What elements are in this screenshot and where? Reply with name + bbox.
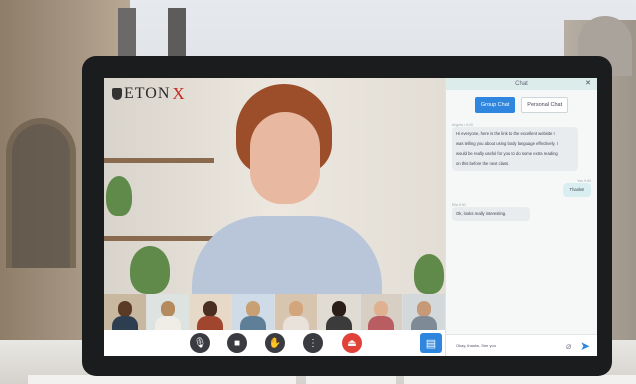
participant-thumbnail[interactable] [189, 294, 233, 330]
message-list: Angela • 9:00 Hi everyone, here is the l… [446, 123, 597, 221]
attachment-icon[interactable]: ⌀ [566, 341, 571, 352]
chat-panel: Chat ✕ Group Chat Personal Chat Angela •… [445, 78, 597, 356]
chat-header: Chat ✕ [446, 78, 597, 90]
camera-icon[interactable]: ■ [227, 333, 247, 353]
message-input[interactable]: Okay, thanks. See you [456, 343, 496, 348]
participant-avatar [331, 301, 346, 317]
chat-bubble-icon: ▤ [425, 337, 437, 350]
shelf [104, 158, 214, 163]
leave-call-icon[interactable]: ⏏ [342, 333, 362, 353]
message-line: on this before the next class. [456, 161, 510, 166]
send-icon[interactable]: ➤ [580, 339, 590, 353]
participant-avatar [240, 316, 267, 330]
participant-thumbnail[interactable] [403, 294, 445, 330]
participant-thumbnail[interactable] [104, 294, 147, 330]
participant-thumbnail[interactable] [146, 294, 190, 330]
message-line: Hi everyone, here is the link to the exc… [456, 131, 555, 136]
plant [414, 254, 444, 294]
participant-avatar [111, 316, 138, 330]
background-arch [6, 118, 76, 268]
chat-input-bar: Okay, thanks. See you ⌀ ➤ [446, 334, 597, 356]
participant-avatar [197, 316, 224, 330]
shield-icon [112, 88, 122, 100]
presenter-face [250, 112, 320, 204]
presenter-body [192, 216, 382, 294]
laptop-screen: ETON X 🎙 ■ ✋ ⋮ ⏏ ▤ Chat ✕ Group Chat Per… [104, 78, 597, 356]
background-tower [168, 8, 186, 56]
participant-avatar [203, 301, 218, 317]
tab-personal-chat[interactable]: Personal Chat [521, 97, 569, 113]
chat-tabs: Group Chat Personal Chat [446, 97, 597, 113]
shelf [104, 236, 216, 241]
participant-thumbnail[interactable] [360, 294, 404, 330]
mic-icon[interactable]: 🎙 [190, 333, 210, 353]
logo-brand-text: ETON [124, 85, 171, 102]
main-video: ETON X [104, 78, 445, 294]
raise-hand-icon[interactable]: ✋ [265, 333, 285, 353]
paper [306, 375, 396, 384]
participant-thumbnail[interactable] [232, 294, 275, 330]
participant-avatar [368, 316, 395, 330]
plant [130, 246, 170, 294]
message-line: Thanks! [569, 187, 585, 192]
close-icon[interactable]: ✕ [585, 78, 591, 90]
chat-title: Chat [515, 81, 528, 87]
participant-avatar [374, 301, 389, 317]
participant-avatar [282, 316, 309, 330]
participant-thumbnail[interactable] [317, 294, 361, 330]
more-options-icon[interactable]: ⋮ [303, 333, 323, 353]
participant-avatar [154, 316, 181, 330]
paper [28, 375, 296, 384]
participant-avatar [417, 301, 432, 317]
eton-logo: ETON X [108, 82, 189, 106]
participant-thumbnail[interactable] [275, 294, 318, 330]
participant-avatar [117, 301, 132, 317]
chat-toggle-button[interactable]: ▤ [420, 333, 442, 353]
participant-avatar [411, 316, 438, 330]
background-tower [118, 8, 136, 56]
message-line: Ok, looks really interesting. [456, 211, 507, 216]
chat-message: Thanks! [563, 183, 591, 197]
paper [404, 375, 636, 384]
participant-avatar [246, 301, 261, 317]
participant-avatar [325, 316, 352, 330]
message-line: would be really useful for you to do som… [456, 151, 558, 156]
participant-avatar [160, 301, 175, 317]
plant [106, 176, 132, 216]
message-line: was telling you about using body languag… [456, 141, 558, 146]
participant-avatar [288, 301, 303, 317]
participant-strip [104, 294, 445, 330]
logo-x-mark: X [172, 84, 185, 103]
chat-message: Hi everyone, here is the link to the exc… [452, 127, 578, 171]
tab-group-chat[interactable]: Group Chat [474, 97, 516, 113]
call-controls: 🎙 ■ ✋ ⋮ ⏏ ▤ [104, 330, 445, 356]
chat-message: Ok, looks really interesting. [452, 207, 530, 221]
